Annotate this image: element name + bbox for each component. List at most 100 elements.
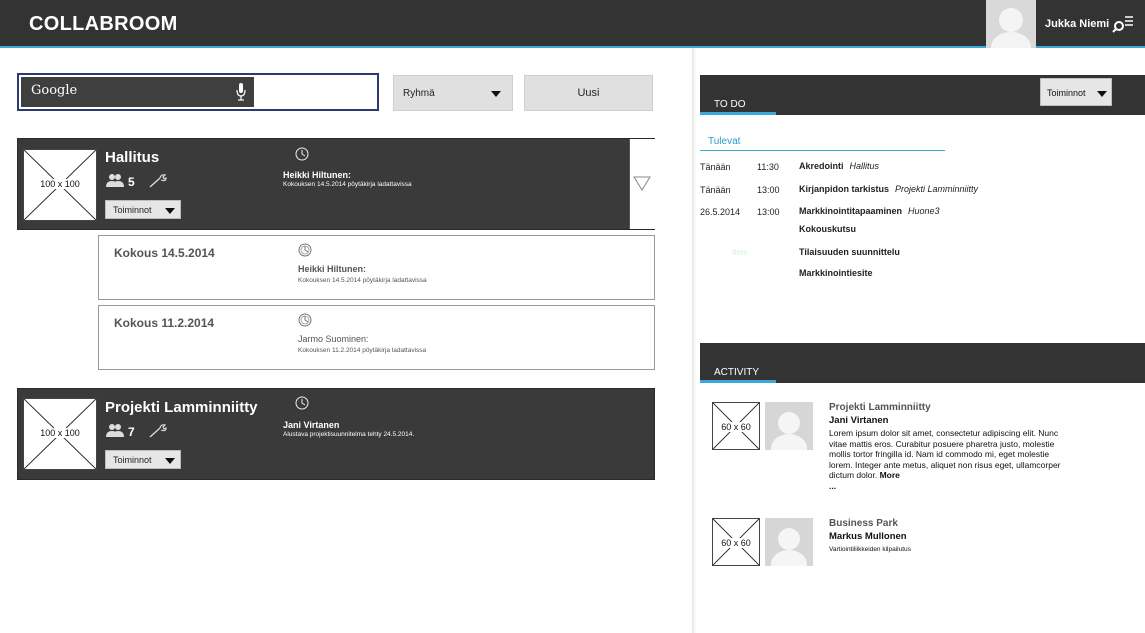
todo-time: 13:00 <box>757 185 780 195</box>
latest-text: Kokouksen 14.5.2014 pöytäkirja ladattavi… <box>283 181 412 188</box>
group-title[interactable]: Hallitus <box>105 149 159 166</box>
chevron-down-icon <box>165 458 175 464</box>
clock-icon <box>298 243 312 257</box>
clock-icon <box>298 313 312 327</box>
activity-item[interactable]: 60 x 60 Business Park Markus Mullonen Va… <box>712 518 1145 588</box>
user-name[interactable]: Jukka Niemi <box>1045 18 1109 30</box>
search-input[interactable]: Google <box>21 77 254 107</box>
search-box[interactable]: Google <box>17 73 379 111</box>
actions-dropdown[interactable]: Toiminnot <box>105 200 181 219</box>
member-count: 5 <box>128 175 135 189</box>
microphone-icon[interactable] <box>236 83 246 101</box>
clock-icon <box>295 147 309 161</box>
todo-item[interactable]: Kokouskutsu <box>700 224 1145 238</box>
member-info: 7 <box>106 423 226 441</box>
image-size-label: 60 x 60 <box>720 422 752 432</box>
meeting-card[interactable]: Kokous 11.2.2014 Jarmo Suominen: Kokouks… <box>98 305 655 370</box>
member-info: 5 <box>106 173 226 191</box>
activity-person[interactable]: Jani Virtanen <box>829 415 889 426</box>
todo-time: 11:30 <box>757 162 779 172</box>
people-icon <box>106 424 124 437</box>
activity-item[interactable]: 60 x 60 Projekti Lamminniitty Jani Virta… <box>712 402 1145 491</box>
meeting-author: Heikki Hiltunen: <box>298 264 367 274</box>
actions-label: Toiminnot <box>113 455 152 465</box>
todo-date: Tänään <box>700 185 731 195</box>
wrench-icon[interactable] <box>148 173 168 188</box>
meeting-card[interactable]: Kokous 14.5.2014 Heikki Hiltunen: Kokouk… <box>98 235 655 300</box>
latest-text: Alustava projektisuunnitelma tehty 24.5.… <box>283 431 415 438</box>
activity-project[interactable]: Business Park <box>829 518 898 529</box>
member-count: 7 <box>128 425 135 439</box>
upcoming-label[interactable]: Tulevat <box>708 136 740 147</box>
search-menu-icon[interactable] <box>1112 14 1134 34</box>
todo-date: Tänään <box>700 162 731 172</box>
column-divider <box>692 48 696 633</box>
todo-item[interactable]: Item Tilaisuuden suunnittelu <box>700 247 1145 261</box>
tab-todo-label: TO DO <box>714 99 746 110</box>
group-card-hallitus[interactable]: 100 x 100 Hallitus 5 Toiminnot Heikki Hi… <box>17 138 655 230</box>
todo-item[interactable]: Tänään 11:30 Akredointi Hallitus <box>700 161 1145 175</box>
group-card-projekti-lamminniitty[interactable]: 100 x 100 Projekti Lamminniitty 7 Toimin… <box>17 388 655 480</box>
todo-name[interactable]: Kirjanpidon tarkistus <box>799 184 889 194</box>
image-size-label: 100 x 100 <box>39 428 81 438</box>
todo-actions-dropdown[interactable]: Toiminnot <box>1040 78 1112 106</box>
activity-text: Lorem ipsum dolor sit amet, consectetur … <box>829 428 1069 492</box>
todo-header: TO DO Toiminnot <box>700 75 1145 115</box>
search-label: Google <box>31 83 78 98</box>
app-title: COLLABROOM <box>29 13 178 35</box>
latest-author: Jani Virtanen <box>283 420 340 430</box>
group-image-placeholder: 100 x 100 <box>23 398 97 470</box>
todo-actions-label: Toiminnot <box>1047 88 1086 98</box>
todo-name[interactable]: Akredointi <box>799 161 844 171</box>
todo-name[interactable]: Kokouskutsu <box>799 224 856 234</box>
tab-activity[interactable]: ACTIVITY <box>700 366 776 383</box>
triangle-down-icon[interactable] <box>633 176 651 191</box>
todo-item[interactable]: 26.5.2014 13:00 Markkinointitapaaminen Hu… <box>700 206 1145 220</box>
avatar[interactable] <box>765 518 813 566</box>
todo-name[interactable]: Markkinointitapaaminen <box>799 206 902 216</box>
activity-project[interactable]: Projekti Lamminniitty <box>829 402 931 413</box>
chevron-down-icon <box>165 208 175 214</box>
tab-todo[interactable]: TO DO <box>700 98 776 115</box>
group-title[interactable]: Projekti Lamminniitty <box>105 399 258 416</box>
todo-time: 13:00 <box>757 207 780 217</box>
avatar[interactable] <box>765 402 813 450</box>
wrench-icon[interactable] <box>148 423 168 438</box>
chevron-down-icon <box>491 91 501 97</box>
actions-dropdown[interactable]: Toiminnot <box>105 450 181 469</box>
group-select-label: Ryhmä <box>403 88 435 99</box>
todo-name[interactable]: Markkinointiesite <box>799 268 873 278</box>
group-image-placeholder: 100 x 100 <box>23 149 97 221</box>
avatar[interactable] <box>986 0 1036 48</box>
image-size-label: 100 x 100 <box>39 179 81 189</box>
user-area[interactable]: Jukka Niemi <box>986 0 1145 48</box>
latest-author: Heikki Hiltunen: <box>283 170 352 180</box>
todo-name[interactable]: Tilaisuuden suunnittelu <box>799 247 900 257</box>
actions-label: Toiminnot <box>113 205 152 215</box>
todo-context: Hallitus <box>849 161 880 171</box>
activity-body: Lorem ipsum dolor sit amet, consectetur … <box>829 428 1061 481</box>
todo-item[interactable]: Markkinointiesite <box>700 268 1145 282</box>
todo-item[interactable]: Tänään 13:00 Kirjanpidon tarkistus Projek… <box>700 184 1145 198</box>
todo-context: Huone3 <box>908 206 940 216</box>
collapse-toggle[interactable] <box>629 139 655 229</box>
ellipsis: ... <box>829 480 837 491</box>
activity-image-placeholder: 60 x 60 <box>712 402 760 450</box>
activity-header: ACTIVITY <box>700 343 1145 383</box>
meeting-title[interactable]: Kokous 11.2.2014 <box>114 316 214 330</box>
image-size-label: 60 x 60 <box>720 538 752 548</box>
top-bar: COLLABROOM Jukka Niemi <box>0 0 1145 48</box>
group-select[interactable]: Ryhmä <box>393 75 513 111</box>
clock-icon <box>295 396 309 410</box>
new-button[interactable]: Uusi <box>524 75 653 111</box>
upcoming-underline <box>700 150 945 151</box>
more-link[interactable]: More <box>880 470 900 480</box>
todo-faint-label: Item <box>732 248 748 257</box>
activity-person[interactable]: Markus Mullonen <box>829 531 907 542</box>
tab-activity-label: ACTIVITY <box>714 367 760 378</box>
chevron-down-icon <box>1097 91 1107 97</box>
activity-text: Vartiointiliikkeiden kilpailutus <box>829 546 911 553</box>
meeting-author: Jarmo Suominen: <box>298 334 369 344</box>
people-icon <box>106 174 124 187</box>
meeting-title[interactable]: Kokous 14.5.2014 <box>114 246 215 260</box>
